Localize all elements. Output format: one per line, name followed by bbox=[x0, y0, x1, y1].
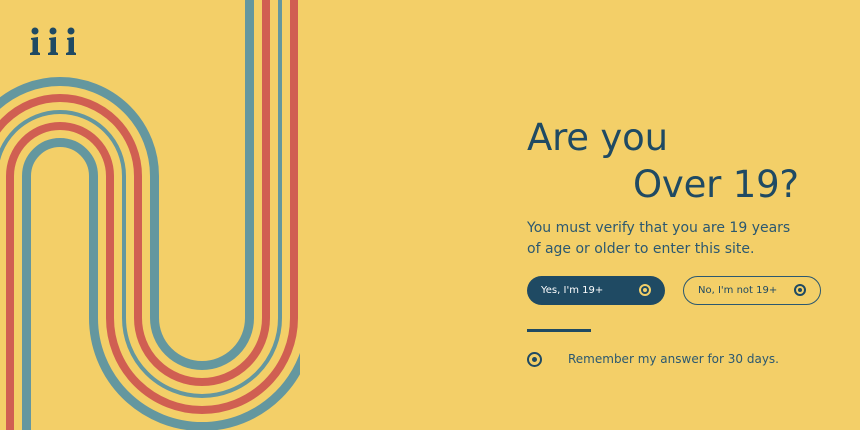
iii-logo-icon[interactable] bbox=[28, 26, 80, 58]
section-divider bbox=[527, 329, 591, 332]
remember-label[interactable]: Remember my answer for 30 days. bbox=[568, 352, 779, 367]
age-gate-page: Are you Over 19? You must verify that yo… bbox=[0, 0, 860, 430]
yes-19-plus-button[interactable]: Yes, I'm 19+ bbox=[527, 276, 665, 305]
age-verification-panel: Are you Over 19? You must verify that yo… bbox=[527, 0, 857, 430]
retro-stripes-illustration bbox=[0, 0, 300, 430]
yes-radio-icon bbox=[639, 283, 651, 296]
heading-line-2: Over 19? bbox=[633, 163, 799, 206]
no-radio-icon bbox=[794, 283, 806, 296]
remember-answer-option: Remember my answer for 30 days. bbox=[527, 350, 847, 368]
yes-button-label: Yes, I'm 19+ bbox=[541, 285, 604, 296]
no-not-19-button[interactable]: No, I'm not 19+ bbox=[683, 276, 821, 305]
remember-radio-toggle[interactable] bbox=[527, 352, 542, 367]
heading-line-1: Are you bbox=[527, 116, 668, 159]
no-button-label: No, I'm not 19+ bbox=[698, 285, 778, 296]
verification-description: You must verify that you are 19 years of… bbox=[527, 220, 791, 257]
